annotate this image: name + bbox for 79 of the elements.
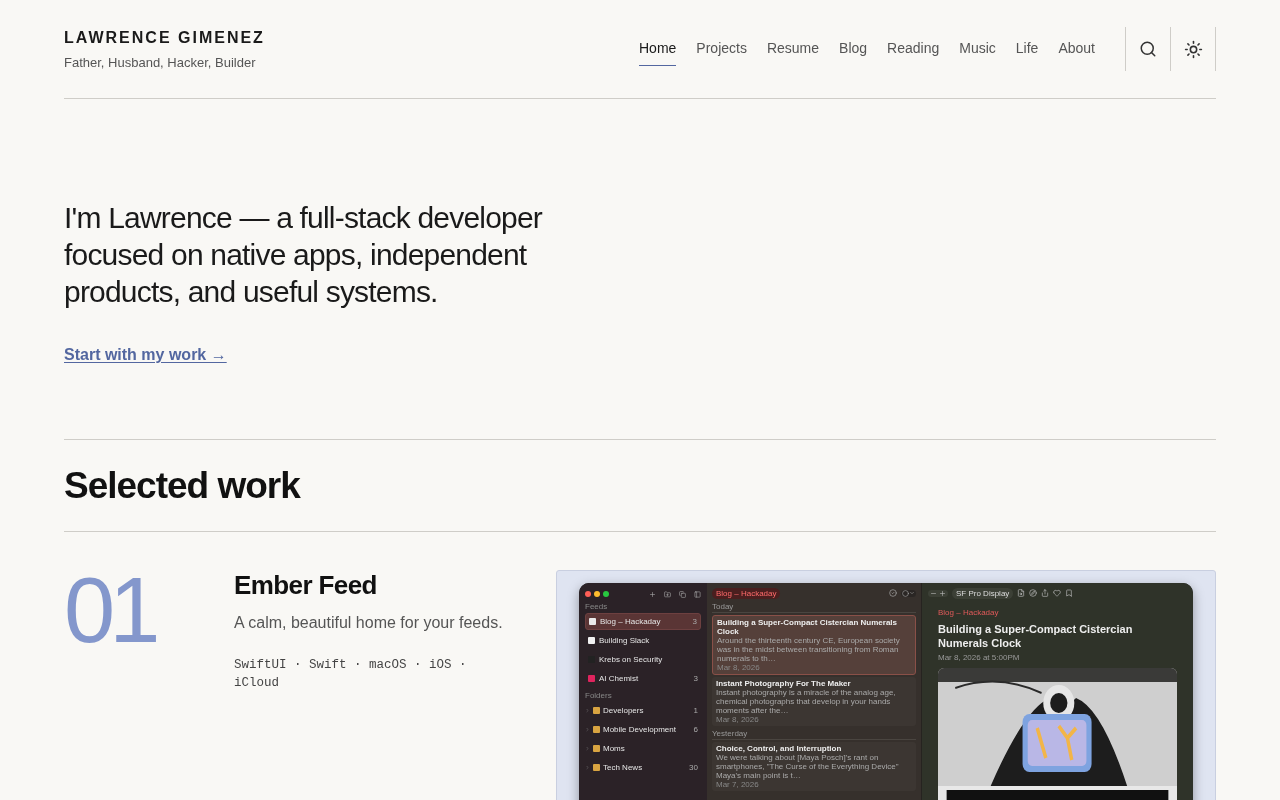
unread-count: 6 [693, 725, 698, 734]
nav-link[interactable]: Blog [839, 32, 868, 66]
folder-item[interactable]: Developers 1 [585, 702, 701, 719]
article-heading: Building a Super-Compact Cistercian Numerals Clock [938, 622, 1134, 650]
window-minimize-button[interactable] [594, 591, 600, 597]
check-circle-icon[interactable] [889, 589, 897, 597]
article-date: Mar 8, 2026 at 5:00PM [938, 654, 1021, 662]
folder-plus-icon[interactable] [664, 590, 671, 598]
feed-icon [589, 618, 596, 625]
folder-item[interactable]: Mobile Development 6 [585, 721, 701, 738]
unread-count: 3 [692, 617, 697, 626]
sun-icon [1183, 39, 1203, 59]
feed-item[interactable]: Krebs on Security [585, 651, 701, 668]
unread-count: 30 [689, 763, 698, 772]
article-title: Choice, Control, and Interruption [716, 744, 843, 753]
folder-item[interactable]: Tech News 30 [585, 759, 701, 776]
folder-icon [593, 726, 600, 733]
site-name[interactable]: LAWRENCE GIMENEZ [64, 27, 265, 49]
window-zoom-button[interactable] [603, 591, 609, 597]
circle-icon [902, 589, 909, 597]
theme-toggle-button[interactable] [1170, 27, 1216, 71]
add-icon[interactable] [649, 590, 656, 598]
section-header: Folders [585, 692, 613, 700]
font-picker[interactable]: SF Pro Display [952, 587, 1014, 599]
compass-icon[interactable] [1029, 589, 1038, 597]
article-card[interactable]: Instant Photography For The Maker Instant photography is a miracle of the analog age, chemical photographs that develop in your hands moments after the… Mar 8, 2026 [712, 677, 916, 726]
bookmark-icon[interactable] [1065, 589, 1074, 597]
zoom-controls[interactable] [928, 589, 948, 597]
feed-item[interactable]: AI Chemist 3 [585, 670, 701, 687]
article-title: Instant Photography For The Maker [716, 679, 852, 688]
unread-count: 3 [693, 674, 698, 683]
caret-icon [909, 590, 915, 596]
article-snippet: We were talking about [Maya Posch]'s rant on smartphones, "The Curse of the Everything Device" Maya's main point is t… [716, 753, 900, 780]
nav-link[interactable]: Reading [887, 32, 940, 66]
date-group-header: Today [712, 602, 916, 613]
work-link[interactable]: Start with my work → [64, 343, 227, 367]
heart-icon[interactable] [1053, 589, 1062, 597]
file-search-icon[interactable] [1017, 589, 1026, 597]
feed-item[interactable]: Blog – Hackaday 3 [585, 613, 701, 630]
sidebar-icon[interactable] [694, 590, 701, 598]
feed-icon [588, 637, 595, 644]
feed-title-chip: Blog – Hackaday [712, 587, 781, 599]
article-date: Mar 7, 2026 [716, 780, 760, 789]
folder-icon [593, 764, 600, 771]
share-icon[interactable] [1041, 589, 1050, 597]
unread-count: 1 [693, 706, 698, 715]
folder-icon [593, 745, 600, 752]
nav-link[interactable]: Music [959, 32, 996, 66]
nav-link[interactable]: Life [1015, 32, 1039, 66]
feed-icon [588, 675, 595, 682]
article-snippet: Instant photography is a miracle of the analog age, chemical photographs that develop in your hands moments after the… [716, 688, 897, 715]
plus-icon [939, 589, 946, 597]
article-card[interactable]: Building a Super-Compact Cistercian Numerals Clock Around the thirteenth century CE, European society was in the midst between transitioning from Roman numerals to th… Mar 8, 2026 [712, 615, 916, 675]
nav-link[interactable]: Home [639, 32, 677, 66]
project-number: 01 [64, 570, 156, 663]
nav-link[interactable]: Projects [696, 32, 747, 66]
nav-link[interactable]: Resume [766, 32, 820, 66]
article-date: Mar 8, 2026 [716, 715, 760, 724]
tech-stack: SwiftUI · Swift · macOS · iOS · iCloud [234, 657, 468, 692]
nav-link[interactable]: About [1058, 32, 1095, 66]
section-header: Feeds [585, 603, 609, 611]
folder-item[interactable]: Moms [585, 740, 701, 757]
article-source: Blog – Hackaday [938, 609, 1000, 617]
hero-statement: I'm Lawrence — a full-stack developer focused on native apps, independent products, and useful systems. [64, 200, 544, 310]
search-icon [1139, 40, 1157, 58]
copy-icon[interactable] [679, 590, 686, 598]
project-title[interactable]: Ember Feed [234, 570, 556, 600]
folder-icon [593, 707, 600, 714]
section-heading: Selected work [64, 440, 1216, 532]
feed-item[interactable]: Building Slack [585, 632, 701, 649]
window-close-button[interactable] [585, 591, 591, 597]
date-group-header: Yesterday [712, 729, 916, 740]
project-description: A calm, beautiful home for your feeds. [234, 613, 504, 633]
article-title: Building a Super-Compact Cistercian Numerals Clock [717, 618, 899, 636]
filter-button[interactable] [901, 589, 916, 597]
article-date: Mar 8, 2026 [717, 663, 761, 672]
article-snippet: Around the thirteenth century CE, European society was in the midst between transitioning from Roman numerals to th… [717, 636, 901, 663]
article-card[interactable]: Choice, Control, and Interruption We were talking about [Maya Posch]'s rant on smartphones, "The Curse of the Everything Device" Maya's main point is t… Mar 7, 2026 [712, 742, 916, 791]
site-tagline: Father, Husband, Hacker, Builder [64, 55, 257, 71]
